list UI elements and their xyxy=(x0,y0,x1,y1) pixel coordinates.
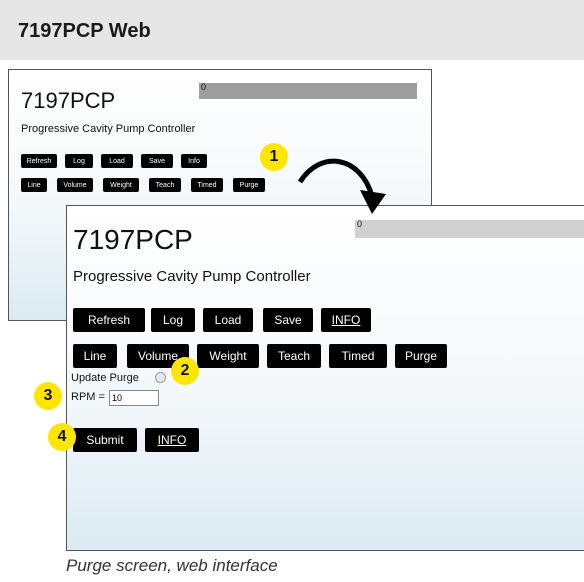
figure-caption: Purge screen, web interface xyxy=(66,556,278,575)
callout-2-badge: 2 xyxy=(171,357,199,385)
callout-4-badge: 4 xyxy=(48,423,76,451)
callout-3-badge: 3 xyxy=(34,382,62,410)
callout-arrow xyxy=(297,158,386,214)
callout-1-badge: 1 xyxy=(260,143,288,171)
